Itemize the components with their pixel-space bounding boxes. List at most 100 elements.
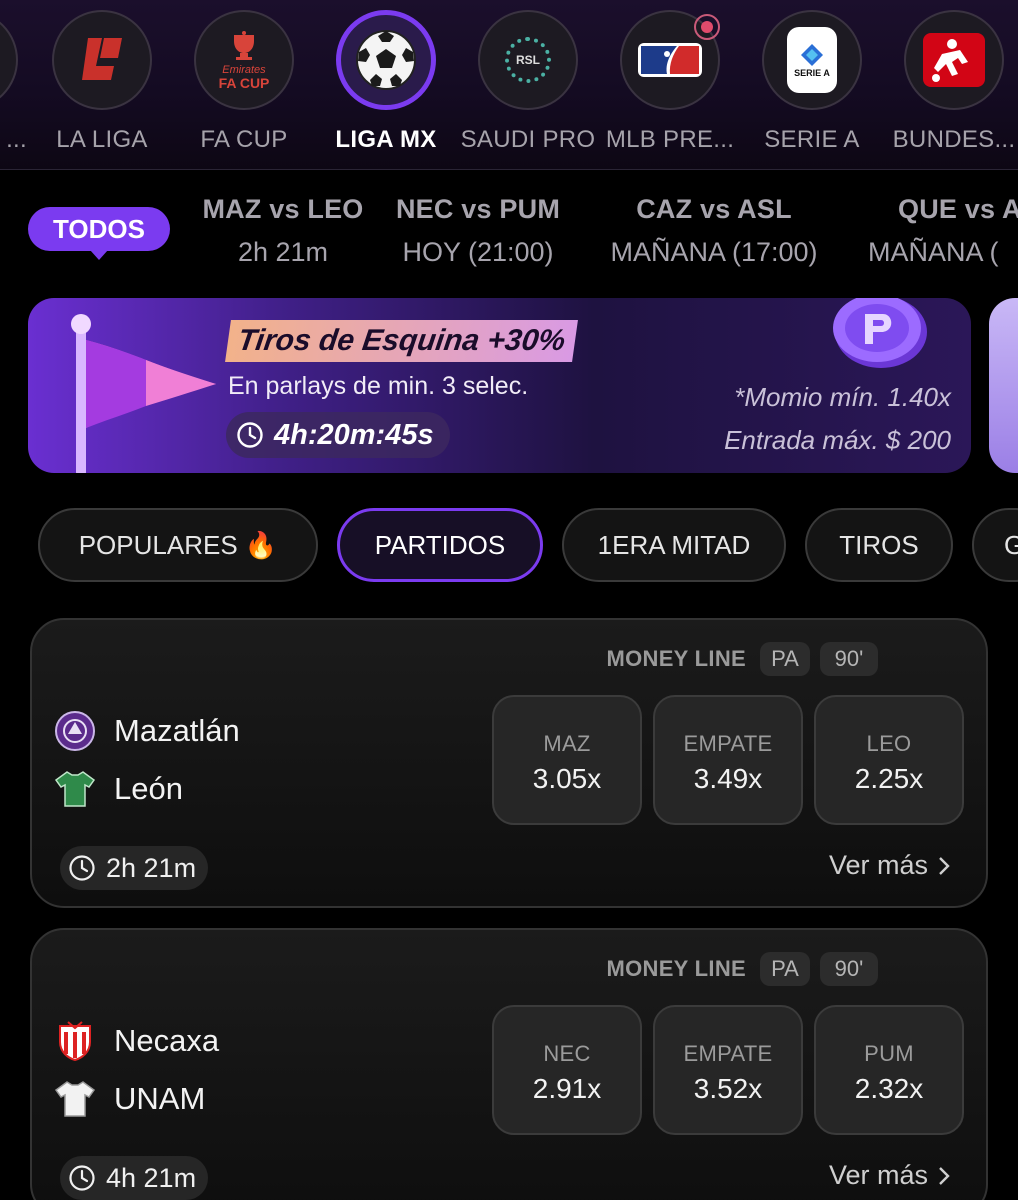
- match-time-text: 2h 21m: [106, 852, 197, 883]
- team-row-home: Mazatlán: [54, 710, 240, 752]
- rsl-logo-icon: RSL: [478, 10, 578, 110]
- ver-mas-label: Ver más: [828, 1160, 928, 1190]
- fa-cup-logo-text: FA CUP: [218, 74, 270, 91]
- odds-value: 2.32x: [854, 1073, 924, 1104]
- odds-label: EMPATE: [683, 731, 773, 756]
- category-chip-1era-mitad[interactable]: 1ERA MITAD: [562, 508, 786, 582]
- odds-label: LEO: [866, 731, 912, 756]
- fa-cup-logo-icon: Emirates FA CUP: [194, 10, 294, 110]
- match-tab-title: CAZ vs ASL: [636, 194, 792, 224]
- mazatlan-crest-icon: [55, 711, 95, 751]
- match-time-pill: 4h 21m: [60, 1156, 209, 1200]
- clock-icon: [69, 1165, 95, 1191]
- promo-note-max-entry: Entrada máx. $ 200: [724, 425, 951, 455]
- badge-pa: PA: [760, 952, 810, 986]
- chevron-right-icon: [939, 1166, 950, 1185]
- fa-cup-sponsor-text: Emirates: [222, 63, 266, 76]
- odds-label: EMPATE: [683, 1041, 773, 1066]
- odds-label: PUM: [864, 1041, 914, 1066]
- match-tab-que[interactable]: QUE vs A MAÑANA (: [868, 194, 1018, 268]
- league-name: BUNDES...: [892, 126, 1016, 153]
- match-time-text: 4h 21m: [106, 1162, 197, 1193]
- market-title: MONEY LINE: [606, 956, 746, 981]
- promo-timer: 4h:20m:45s: [226, 412, 450, 458]
- match-tab-time: MAÑANA (: [868, 237, 999, 267]
- odds-value: 3.49x: [693, 763, 763, 794]
- white-jersey-icon: [54, 1081, 96, 1117]
- league-logo-icon: [0, 10, 18, 110]
- promo-subtitle: En parlays de min. 3 selec.: [228, 372, 529, 400]
- league-name: SERIE A: [764, 126, 860, 153]
- team-name: Mazatlán: [114, 713, 240, 748]
- odds-button-draw[interactable]: EMPATE 3.49x: [653, 695, 803, 825]
- team-name: UNAM: [114, 1081, 206, 1116]
- match-tab-bar: TODOS MAZ vs LEO 2h 21m NEC vs PUM HOY (…: [0, 170, 1018, 285]
- green-jersey-icon: [54, 771, 96, 807]
- category-chip-populares[interactable]: POPULARES 🔥: [38, 508, 318, 582]
- odds-button-draw[interactable]: EMPATE 3.52x: [653, 1005, 803, 1135]
- ver-mas-label: Ver más: [828, 850, 928, 880]
- match-tab-title: MAZ vs LEO: [202, 194, 364, 224]
- promo-note-min-odds: *Momio mín. 1.40x: [734, 382, 951, 412]
- promo-title: Tiros de Esquina +30%: [225, 320, 579, 362]
- bundesliga-logo-icon: [904, 10, 1004, 110]
- soccer-ball-icon: [336, 10, 436, 110]
- match-tab-title: QUE vs A: [898, 194, 1018, 224]
- category-chip-partial[interactable]: G: [972, 508, 1018, 582]
- match-tab-nec-pum[interactable]: NEC vs PUM HOY (21:00): [392, 194, 564, 268]
- match-card: MONEY LINE PA 90' Necaxa UNAM NEC 2.91x …: [30, 928, 988, 1200]
- rsl-logo-text: RSL: [516, 53, 540, 67]
- corner-flag-icon: [71, 314, 216, 473]
- notification-dot-icon: [694, 14, 720, 40]
- league-name: LA LIGA: [56, 126, 148, 153]
- odds-value: 2.91x: [532, 1073, 602, 1104]
- league-name: SAUDI PRO: [460, 126, 596, 153]
- necaxa-crest-icon: [59, 1021, 91, 1062]
- odds-label: NEC: [543, 1041, 591, 1066]
- match-tab-time: 2h 21m: [237, 237, 329, 267]
- category-chip-tiros[interactable]: TIROS: [805, 508, 953, 582]
- chevron-right-icon: [939, 856, 950, 875]
- ver-mas-link[interactable]: Ver más: [829, 1160, 950, 1191]
- badge-90: 90': [820, 952, 878, 986]
- match-time-pill: 2h 21m: [60, 846, 209, 890]
- clock-icon: [69, 855, 95, 881]
- league-item-fa-cup[interactable]: Emirates FA CUP FA CUP: [173, 8, 315, 163]
- match-tab-maz-leo[interactable]: MAZ vs LEO 2h 21m: [200, 194, 366, 268]
- league-item-saudi-pro[interactable]: RSL SAUDI PRO: [457, 8, 599, 163]
- league-item-bundesliga[interactable]: BUNDES...: [883, 8, 1018, 163]
- badge-pa: PA: [760, 642, 810, 676]
- odds-value: 3.05x: [532, 763, 602, 794]
- badge-90: 90': [820, 642, 878, 676]
- league-item-liga-mx[interactable]: LIGA MX: [315, 8, 457, 163]
- match-tab-title: NEC vs PUM: [395, 194, 561, 224]
- team-row-home: Necaxa: [54, 1020, 219, 1062]
- league-strip: D ... LA LIGA Emirates FA CUP FA C: [0, 0, 1018, 170]
- league-name: LIGA MX: [335, 126, 437, 153]
- match-tab-caz-asl[interactable]: CAZ vs ASL MAÑANA (17:00): [598, 194, 830, 268]
- ver-mas-link[interactable]: Ver más: [829, 850, 950, 881]
- league-item-serie-a[interactable]: SERIE A SERIE A: [741, 8, 883, 163]
- league-item-mlb[interactable]: MLB PRE...: [599, 8, 741, 163]
- league-name: MLB PRE...: [605, 126, 735, 153]
- team-name: Necaxa: [114, 1023, 220, 1058]
- match-tab-time: HOY (21:00): [402, 237, 554, 267]
- odds-button-home[interactable]: NEC 2.91x: [492, 1005, 642, 1135]
- match-tab-time: MAÑANA (17:00): [610, 237, 818, 267]
- odds-button-away[interactable]: PUM 2.32x: [814, 1005, 964, 1135]
- league-item-laliga[interactable]: LA LIGA: [31, 8, 173, 163]
- laliga-logo-icon: [52, 10, 152, 110]
- team-name: León: [114, 771, 183, 806]
- promo-banner[interactable]: Tiros de Esquina +30% En parlays de min.…: [28, 298, 971, 473]
- serie-a-logo-text: SERIE A: [794, 68, 830, 78]
- odds-button-home[interactable]: MAZ 3.05x: [492, 695, 642, 825]
- coin-icon: [833, 298, 927, 368]
- promo-timer-text: 4h:20m:45s: [274, 418, 434, 451]
- team-row-away: León: [54, 768, 183, 810]
- odds-label: MAZ: [543, 731, 591, 756]
- promo-banner-next[interactable]: [989, 298, 1018, 473]
- odds-button-away[interactable]: LEO 2.25x: [814, 695, 964, 825]
- category-chip-partidos[interactable]: PARTIDOS: [337, 508, 543, 582]
- tab-todos[interactable]: TODOS: [28, 207, 170, 260]
- odds-value: 2.25x: [854, 763, 924, 794]
